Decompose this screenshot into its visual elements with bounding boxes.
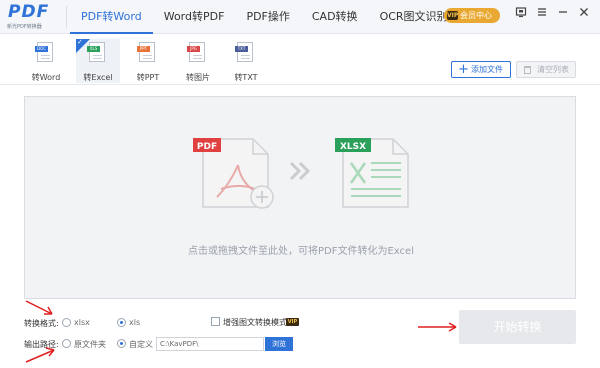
enhance-mode-checkbox[interactable] [211,317,220,326]
format-to-ppt[interactable]: PPT 转PPT [126,39,170,83]
txt-doc-icon: TXT [235,42,253,62]
member-center-label: 会员中心 [460,11,492,20]
clear-list-button[interactable]: 清空列表 [516,61,576,78]
annotation-arrow-icon [418,322,457,332]
image-doc-tag: JPG [187,46,200,52]
format-label-image: 转图片 [186,73,210,82]
tab-cad-convert[interactable]: CAD转换 [301,0,369,34]
annotation-arrow-icon [25,300,53,315]
excel-doc-tag: XLS [87,46,100,52]
radio-xls-label: xls [129,318,141,327]
file-drop-zone[interactable]: PDF XLSX 点击或拖拽文件至此处，可将PDF文件转化为Excel [24,96,576,299]
main-tabs: PDF转Word Word转PDF PDF操作 CAD转换 OCR图文识别 [70,0,459,34]
top-bar: PDF 新光PDF转换器 PDF转Word Word转PDF PDF操作 CAD… [0,0,600,34]
close-icon[interactable] [577,6,591,20]
start-convert-button[interactable]: 开始转换 [459,310,576,344]
pdf-tag-text: PDF [197,142,217,152]
drop-zone-hint: 点击或拖拽文件至此处，可将PDF文件转化为Excel [188,246,414,257]
add-file-label: 添加文件 [471,65,503,74]
radio-source-folder-label: 原文件夹 [74,340,106,349]
format-to-txt[interactable]: TXT 转TXT [224,39,268,83]
format-to-excel[interactable]: ✓ XLS 转Excel [76,38,120,83]
logo-divider [66,6,67,28]
xlsx-tag-text: XLSX [340,142,366,152]
logo-text: PDF [8,2,50,22]
radio-xlsx-label: xlsx [74,318,90,327]
image-doc-icon: JPG [187,42,205,62]
radio-xlsx[interactable] [62,318,71,327]
radio-custom-folder-label: 自定义 [129,340,153,349]
clear-list-label: 清空列表 [537,65,569,74]
format-label-word: 转Word [31,73,61,82]
radio-custom-folder[interactable] [117,339,126,348]
annotation-arrow-icon [25,347,55,363]
format-label-ppt: 转PPT [136,73,160,82]
output-path-input[interactable] [156,337,264,351]
menu-icon[interactable] [535,6,549,20]
app-window: PDF 新光PDF转换器 PDF转Word Word转PDF PDF操作 CAD… [0,0,600,368]
vip-icon: VIP [447,11,459,20]
excel-doc-icon: XLS [87,42,105,62]
word-doc-tag: DOC [35,46,48,52]
radio-source-folder[interactable] [62,339,71,348]
double-chevron-icon [289,161,311,181]
plus-icon: + [458,62,469,77]
app-logo: PDF 新光PDF转换器 [6,2,56,32]
word-doc-icon: DOC [35,42,53,62]
trash-icon [524,66,531,74]
radio-xls[interactable] [117,318,126,327]
tab-pdf-operations[interactable]: PDF操作 [235,0,300,34]
ppt-doc-icon: PPT [137,42,155,62]
minimize-icon[interactable] [556,6,570,20]
logo-subtitle: 新光PDF转换器 [7,24,42,30]
message-icon[interactable] [514,6,528,20]
format-to-word[interactable]: DOC 转Word [24,39,68,83]
enhance-mode-label: 增强图文转换模式 [223,318,287,327]
add-file-button[interactable]: + 添加文件 [451,61,511,78]
pdf-to-excel-illustration: PDF XLSX [193,138,409,209]
vip-tag-icon: VIP [286,318,299,326]
tab-pdf-to-word[interactable]: PDF转Word [70,0,153,34]
format-label-txt: 转TXT [234,73,258,82]
txt-doc-tag: TXT [235,46,248,52]
check-icon: ✓ [77,38,83,46]
ppt-doc-tag: PPT [137,46,150,52]
browse-button[interactable]: 浏览 [265,337,293,351]
tab-word-to-pdf[interactable]: Word转PDF [153,0,236,34]
member-center-button[interactable]: VIP 会员中心 [444,8,500,23]
format-label-excel: 转Excel [83,73,113,82]
format-to-image[interactable]: JPG 转图片 [176,39,220,83]
